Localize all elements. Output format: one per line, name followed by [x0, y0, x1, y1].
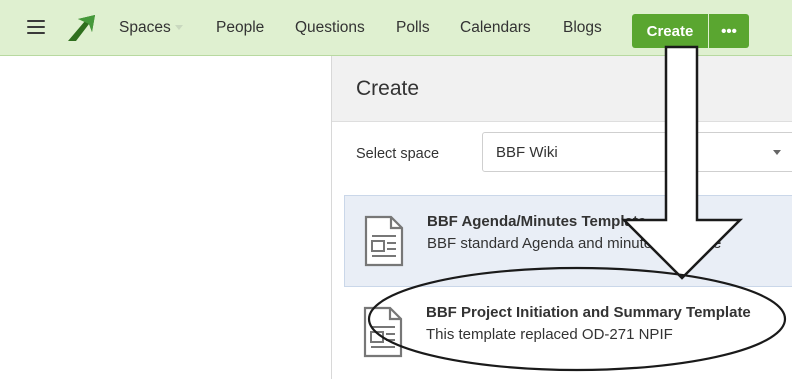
space-select-value: BBF Wiki	[496, 144, 558, 161]
template-description: This template replaced OD-271 NPIF	[426, 326, 673, 343]
more-options-button[interactable]: •••	[709, 14, 749, 48]
hamburger-menu-icon[interactable]	[27, 20, 45, 34]
nav-item-calendars[interactable]: Calendars	[460, 19, 531, 37]
nav-item-spaces[interactable]: Spaces	[119, 19, 183, 37]
nav-item-people[interactable]: People	[216, 19, 264, 37]
chevron-down-icon	[773, 150, 781, 155]
template-title: BBF Project Initiation and Summary Templ…	[426, 304, 751, 321]
template-item-agenda-minutes[interactable]: BBF Agenda/Minutes Template BBF standard…	[344, 195, 792, 287]
panel-header: Create	[332, 56, 792, 122]
select-space-label: Select space	[356, 146, 440, 162]
nav-item-blogs[interactable]: Blogs	[563, 19, 602, 37]
chevron-down-icon	[174, 25, 183, 31]
nav-item-questions[interactable]: Questions	[295, 19, 365, 37]
create-panel: Create Select space BBF Wiki BBF Agenda/…	[331, 56, 792, 379]
nav-item-polls[interactable]: Polls	[396, 19, 430, 37]
document-template-icon	[364, 215, 404, 267]
space-select-dropdown[interactable]: BBF Wiki	[482, 132, 792, 172]
create-button[interactable]: Create	[632, 14, 708, 48]
template-description: BBF standard Agenda and minutes template	[427, 235, 722, 252]
template-title: BBF Agenda/Minutes Template	[427, 213, 647, 230]
top-navigation-bar: Spaces People Questions Polls Calendars …	[0, 0, 792, 56]
template-item-project-initiation[interactable]: BBF Project Initiation and Summary Templ…	[344, 287, 792, 379]
panel-title: Create	[356, 77, 420, 100]
document-template-icon	[363, 306, 403, 358]
nav-item-label: Spaces	[119, 19, 171, 36]
arrow-logo-icon[interactable]	[67, 15, 95, 41]
